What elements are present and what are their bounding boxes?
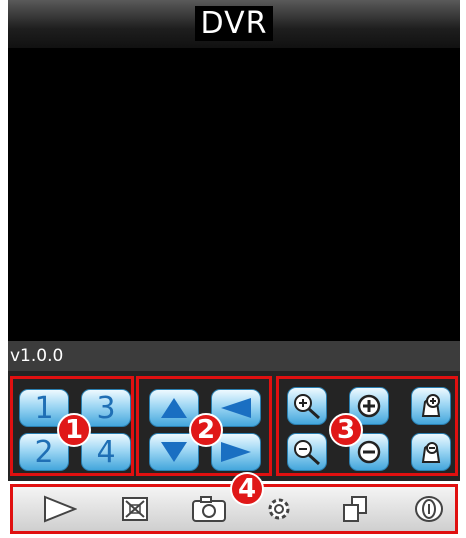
settings-button[interactable]	[259, 491, 299, 527]
zoom-group: 3	[276, 376, 458, 476]
arrow-down-icon	[161, 442, 187, 462]
info-button[interactable]	[409, 491, 449, 527]
copy-button[interactable]	[335, 491, 375, 527]
channel-group: 1 3 2 4 1	[10, 376, 134, 476]
video-view[interactable]	[8, 49, 460, 341]
arrow-left-icon	[221, 398, 251, 418]
control-panel: 1 3 2 4 1 2 3	[8, 371, 460, 481]
annotation-marker-2: 2	[189, 413, 223, 447]
arrow-right-icon	[221, 442, 251, 462]
arrow-up-icon	[161, 398, 187, 418]
stop-icon	[122, 497, 148, 521]
annotation-marker-3: 3	[329, 413, 363, 447]
gear-icon	[268, 498, 290, 520]
annotation-marker-1: 1	[57, 413, 91, 447]
annotation-marker-4: 4	[230, 472, 264, 506]
play-icon	[44, 495, 77, 523]
focus-in-icon	[421, 394, 441, 417]
version-label: v1.0.0	[8, 341, 460, 371]
copy-icon	[343, 496, 367, 522]
focus-in-button[interactable]	[411, 387, 451, 425]
plus-icon	[357, 394, 381, 418]
zoom-out-icon	[294, 440, 321, 466]
app-title-text: DVR	[194, 6, 274, 41]
zoom-out-button[interactable]	[287, 433, 327, 471]
zoom-in-button[interactable]	[287, 387, 327, 425]
ptz-group: 2	[136, 376, 272, 476]
info-icon	[415, 496, 443, 522]
focus-out-button[interactable]	[411, 433, 451, 471]
snapshot-button[interactable]	[189, 491, 229, 527]
focus-out-icon	[421, 442, 441, 463]
dvr-app: DVR v1.0.0 1 3 2 4 1 2 3 4	[8, 0, 460, 538]
zoom-in-icon	[294, 394, 321, 420]
minus-icon	[357, 440, 381, 464]
camera-icon	[192, 496, 226, 522]
app-title: DVR	[8, 6, 460, 41]
title-bar: DVR	[8, 0, 460, 49]
play-button[interactable]	[39, 491, 79, 527]
stop-button[interactable]	[115, 491, 155, 527]
